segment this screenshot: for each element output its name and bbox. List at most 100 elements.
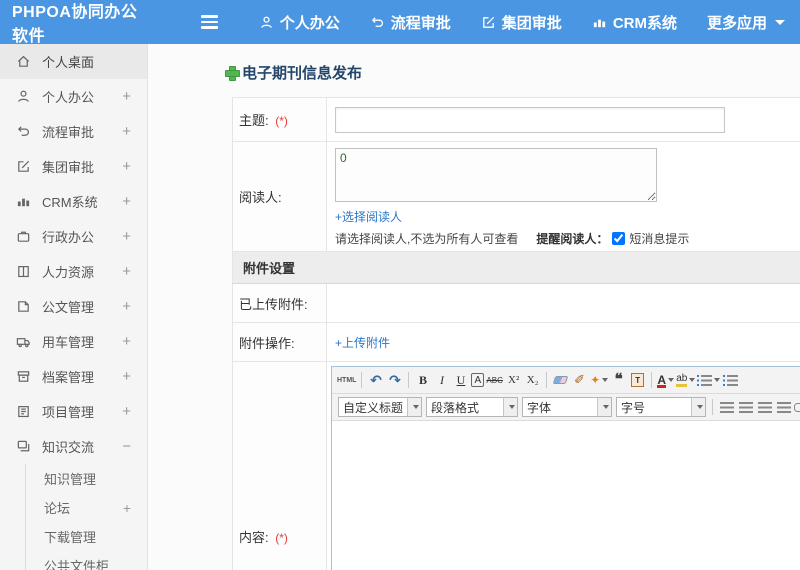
sidebar-item-knowledge-exchange[interactable]: 知识交流 − [0,429,147,464]
align-justify-icon [776,401,791,413]
publish-form: 主题: (*) 阅读人: 0 +选择阅读人 请选择阅读人,不选为所有人可查看 提… [232,97,800,570]
sidebar-item-group-approval[interactable]: 集团审批 + [0,149,147,184]
expand-plus-icon[interactable]: + [122,333,131,350]
document-icon [16,299,31,314]
sidebar: 个人桌面 个人办公 + 流程审批 + 集团审批 + CRM系统 + 行政办公 + [0,44,148,570]
readers-textarea[interactable]: 0 [335,148,657,202]
sidebar-item-label: 个人桌面 [42,55,95,70]
insert-link-button[interactable] [794,397,800,417]
paste-as-text-button[interactable]: T [629,370,646,390]
align-left-button[interactable] [718,397,735,417]
upload-attachment-link[interactable]: +上传附件 [335,334,390,351]
superscript-button[interactable]: X² [505,370,522,390]
font-color-button[interactable]: A [657,370,675,390]
font-style-button[interactable]: A [471,373,485,387]
readers-row: 阅读人: 0 +选择阅读人 请选择阅读人,不选为所有人可查看 提醒阅读人： 短消… [232,141,800,252]
sms-remind-label: 短消息提示 [629,232,690,246]
sidebar-subitem-public-file-cabinet[interactable]: 公共文件柜 [26,551,147,570]
sidebar-subitem-download-management[interactable]: 下载管理 [26,522,147,551]
nav-personal-office[interactable]: 个人办公 [259,12,340,33]
sidebar-item-crm-system[interactable]: CRM系统 + [0,184,147,219]
collapse-minus-icon[interactable]: − [122,438,131,455]
sidebar-subitem-label: 下载管理 [44,530,97,545]
subscript-button[interactable]: X₂ [524,370,541,390]
auto-format-button[interactable]: ✦ [590,370,609,390]
underline-button[interactable]: U [452,370,469,390]
expand-plus-icon[interactable]: + [123,500,131,516]
sidebar-item-human-resources[interactable]: 人力资源 + [0,254,147,289]
page-title-text: 电子期刊信息发布 [242,65,363,82]
paragraph-format-select[interactable]: 段落格式 [426,397,518,417]
font-size-select[interactable]: 字号 [616,397,706,417]
undo-arrow-icon [370,15,385,30]
align-justify-button[interactable] [775,397,792,417]
magic-wand-icon: ✦ [590,373,601,387]
expand-plus-icon[interactable]: + [122,193,131,210]
unordered-list-button[interactable] [722,370,739,390]
toolbar-separator [712,399,713,415]
nav-label: 个人办公 [279,14,340,32]
custom-heading-select[interactable]: 自定义标题 [338,397,422,417]
bold-button[interactable]: B [414,370,431,390]
expand-plus-icon[interactable]: + [122,88,131,105]
align-center-icon [738,401,753,413]
format-brush-button[interactable]: ✐ [571,370,588,390]
edit-square-icon [16,159,31,174]
chevron-down-icon [775,19,785,25]
redo-button[interactable]: ↷ [386,370,403,390]
subject-value-cell [326,97,800,142]
project-board-icon [16,404,31,419]
strikethrough-button[interactable]: ABC [486,370,503,390]
nav-group-approval[interactable]: 集团审批 [481,12,562,33]
nav-crm-system[interactable]: CRM系统 [592,12,677,33]
sidebar-item-project-management[interactable]: 项目管理 + [0,394,147,429]
sidebar-item-label: CRM系统 [42,195,98,210]
ordered-list-icon [697,374,713,386]
font-family-select[interactable]: 字体 [522,397,612,417]
archive-box-icon [16,369,31,384]
nav-more-apps[interactable]: 更多应用 [707,12,785,33]
html-source-button[interactable]: HTML [337,370,356,390]
sidebar-item-personal-desktop[interactable]: 个人桌面 [0,44,147,79]
expand-plus-icon[interactable]: + [122,123,131,140]
align-right-icon [757,401,772,413]
sidebar-item-vehicle-management[interactable]: 用车管理 + [0,324,147,359]
dropdown-caret-icon [597,398,611,416]
blockquote-button[interactable]: ❝ [610,370,627,390]
expand-plus-icon[interactable]: + [122,158,131,175]
align-right-button[interactable] [756,397,773,417]
required-mark: (*) [275,530,288,545]
sidebar-item-workflow-approval[interactable]: 流程审批 + [0,114,147,149]
select-readers-link[interactable]: +选择阅读人 [335,208,402,225]
undo-button[interactable]: ↶ [367,370,384,390]
expand-plus-icon[interactable]: + [122,368,131,385]
sidebar-item-label: 流程审批 [42,125,95,140]
expand-plus-icon[interactable]: + [122,403,131,420]
attachment-section-row: 附件设置 [232,251,800,284]
ordered-list-button[interactable] [697,370,721,390]
italic-button[interactable]: I [433,370,450,390]
highlight-color-button[interactable]: ab [676,370,696,390]
sidebar-item-admin-office[interactable]: 行政办公 + [0,219,147,254]
home-icon [16,54,31,69]
sidebar-subitem-label: 论坛 [44,501,71,516]
nav-workflow-approval[interactable]: 流程审批 [370,12,451,33]
editor-content-area[interactable] [332,421,800,570]
sms-remind-checkbox[interactable] [612,232,626,245]
expand-plus-icon[interactable]: + [122,228,131,245]
sidebar-item-personal-office[interactable]: 个人办公 + [0,79,147,114]
chat-stack-icon [16,439,31,454]
sidebar-item-document-management[interactable]: 公文管理 + [0,289,147,324]
expand-plus-icon[interactable]: + [122,298,131,315]
align-center-button[interactable] [737,397,754,417]
sidebar-subitem-knowledge-management[interactable]: 知识管理 [26,464,147,493]
sidebar-subitem-forum[interactable]: 论坛 + [26,493,147,522]
unordered-list-icon [723,374,739,386]
hamburger-menu-icon[interactable] [201,12,218,32]
font-color-icon: A [657,372,667,387]
truck-icon [16,334,31,349]
eraser-button[interactable] [552,370,569,390]
subject-input[interactable] [335,106,725,133]
sidebar-item-archive-management[interactable]: 档案管理 + [0,359,147,394]
expand-plus-icon[interactable]: + [122,263,131,280]
